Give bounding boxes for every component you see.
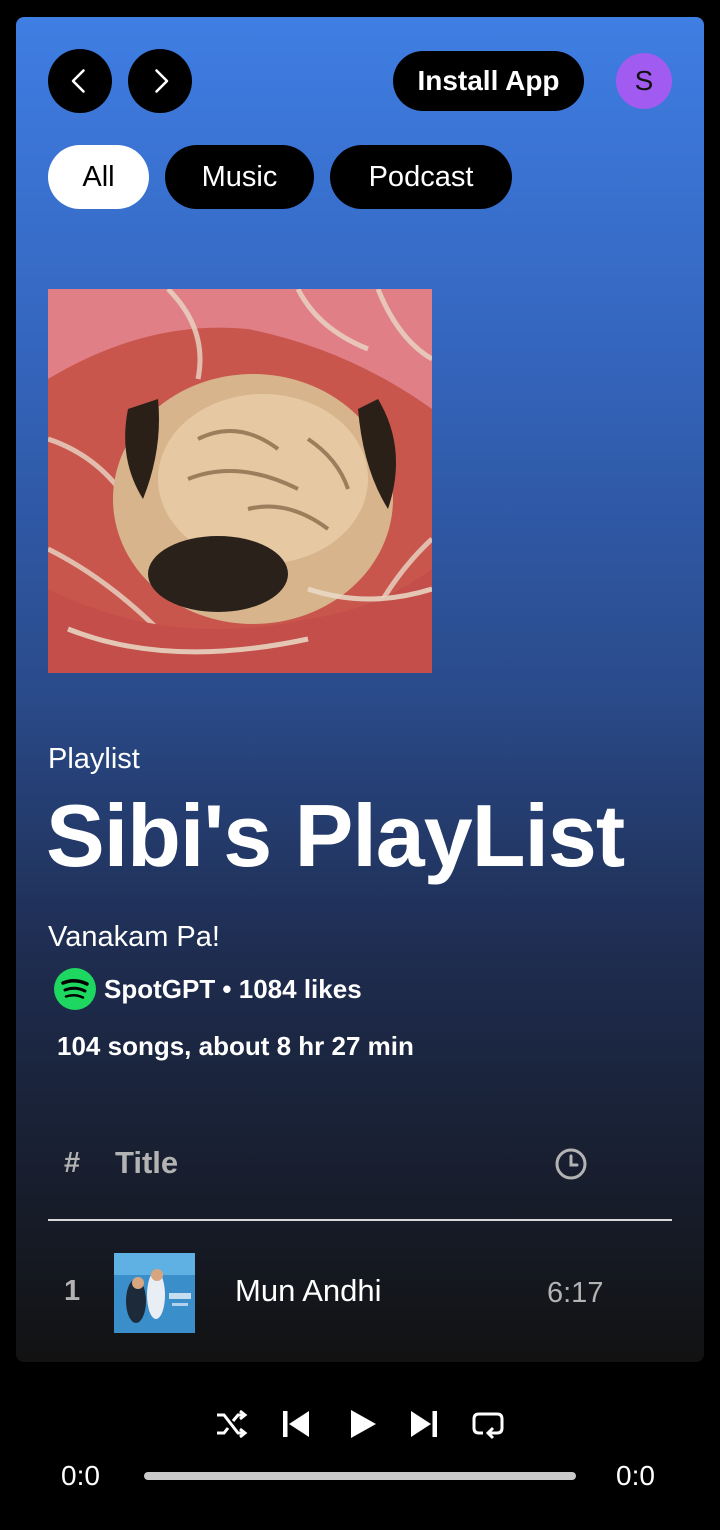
shuffle-button[interactable]	[211, 1402, 251, 1446]
playlist-panel: Install App S All Music Podcast Playlist…	[16, 17, 704, 1362]
previous-button[interactable]	[276, 1402, 316, 1446]
chevron-right-icon	[155, 69, 169, 93]
play-icon	[351, 1410, 376, 1438]
next-button[interactable]	[404, 1402, 444, 1446]
filter-chip-music[interactable]: Music	[165, 145, 314, 209]
back-button[interactable]	[48, 49, 112, 113]
playlist-owner: SpotGPT • 1084 likes	[54, 968, 362, 1010]
elapsed-time: 0:0	[61, 1460, 100, 1491]
column-header-number: #	[64, 1147, 81, 1179]
repeat-icon	[472, 1412, 504, 1440]
playlist-cover-image	[48, 289, 432, 673]
playlist-title: Sibi's PlayList	[46, 786, 625, 885]
chevron-left-icon	[71, 69, 85, 93]
player-controls	[0, 1402, 720, 1448]
skip-next-icon	[411, 1411, 437, 1437]
track-thumbnail	[114, 1253, 195, 1333]
total-time: 0:0	[616, 1460, 655, 1491]
repeat-button[interactable]	[468, 1402, 508, 1446]
filter-chip-podcast[interactable]: Podcast	[330, 145, 512, 209]
track-duration: 6:17	[547, 1277, 604, 1309]
filter-chip-all[interactable]: All	[48, 145, 149, 209]
progress-bar[interactable]	[144, 1472, 576, 1480]
play-button[interactable]	[342, 1402, 382, 1446]
skip-previous-icon	[283, 1411, 309, 1437]
avatar[interactable]: S	[616, 53, 672, 109]
track-number: 1	[64, 1275, 81, 1307]
install-app-button[interactable]: Install App	[393, 51, 584, 111]
shuffle-icon	[217, 1409, 248, 1439]
playlist-description: Vanakam Pa!	[48, 921, 220, 953]
column-header-title: Title	[115, 1145, 179, 1180]
table-header-divider	[48, 1219, 672, 1221]
forward-button[interactable]	[128, 49, 192, 113]
spotify-logo-icon	[54, 968, 96, 1010]
track-title[interactable]: Mun Andhi	[235, 1273, 382, 1309]
owner-likes-text[interactable]: SpotGPT • 1084 likes	[104, 974, 362, 1005]
clock-icon	[555, 1148, 587, 1180]
playlist-stats: 104 songs, about 8 hr 27 min	[57, 1031, 414, 1061]
playlist-type-label: Playlist	[48, 743, 140, 775]
